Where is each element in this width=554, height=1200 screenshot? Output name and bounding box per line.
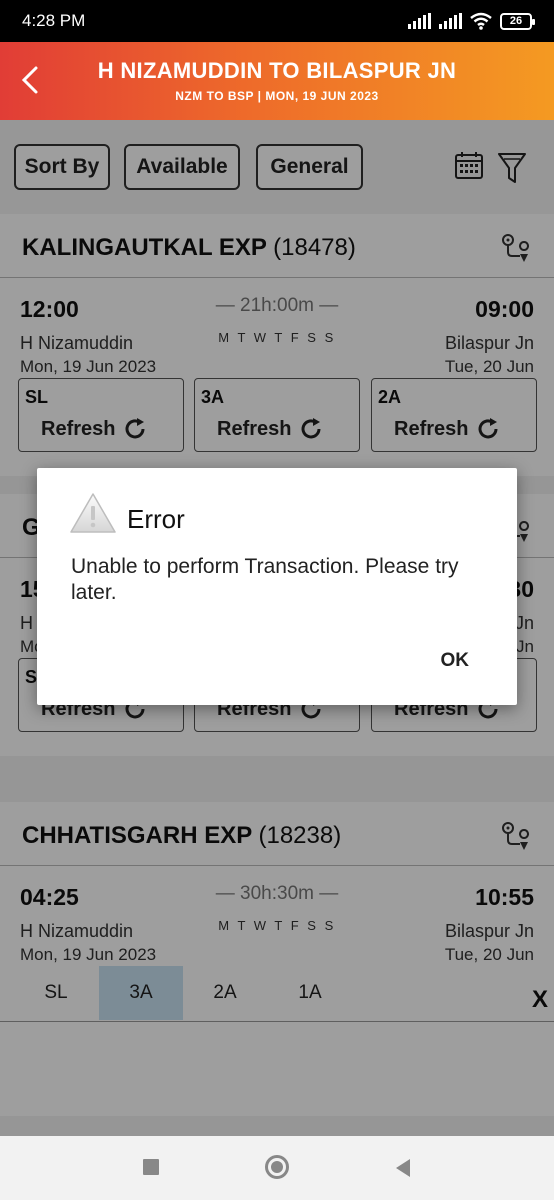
signal-icon-2	[439, 13, 462, 29]
app-header: H NIZAMUDDIN TO BILASPUR JN NZM TO BSP |…	[0, 42, 554, 120]
status-bar: 4:28 PM 26	[0, 0, 554, 42]
signal-icon	[408, 13, 431, 29]
warning-icon	[70, 493, 116, 533]
dialog-title: Error	[127, 504, 185, 534]
status-time: 4:28 PM	[22, 11, 86, 30]
battery-icon: 26	[500, 12, 535, 30]
back-arrow-icon[interactable]	[14, 60, 50, 100]
recents-icon[interactable]	[143, 1159, 159, 1175]
status-icons: 26	[408, 12, 535, 30]
error-dialog: Error Unable to perform Transaction. Ple…	[37, 468, 517, 705]
system-nav-bar	[0, 1136, 554, 1200]
back-icon[interactable]	[394, 1158, 412, 1178]
dialog-message: Unable to perform Transaction. Please tr…	[71, 555, 459, 604]
route-title: H NIZAMUDDIN TO BILASPUR JN	[97, 58, 457, 83]
ok-button[interactable]: OK	[441, 650, 470, 672]
route-subtitle: NZM TO BSP | MON, 19 JUN 2023	[175, 89, 379, 103]
home-icon[interactable]	[265, 1155, 289, 1179]
wifi-icon	[470, 12, 492, 30]
